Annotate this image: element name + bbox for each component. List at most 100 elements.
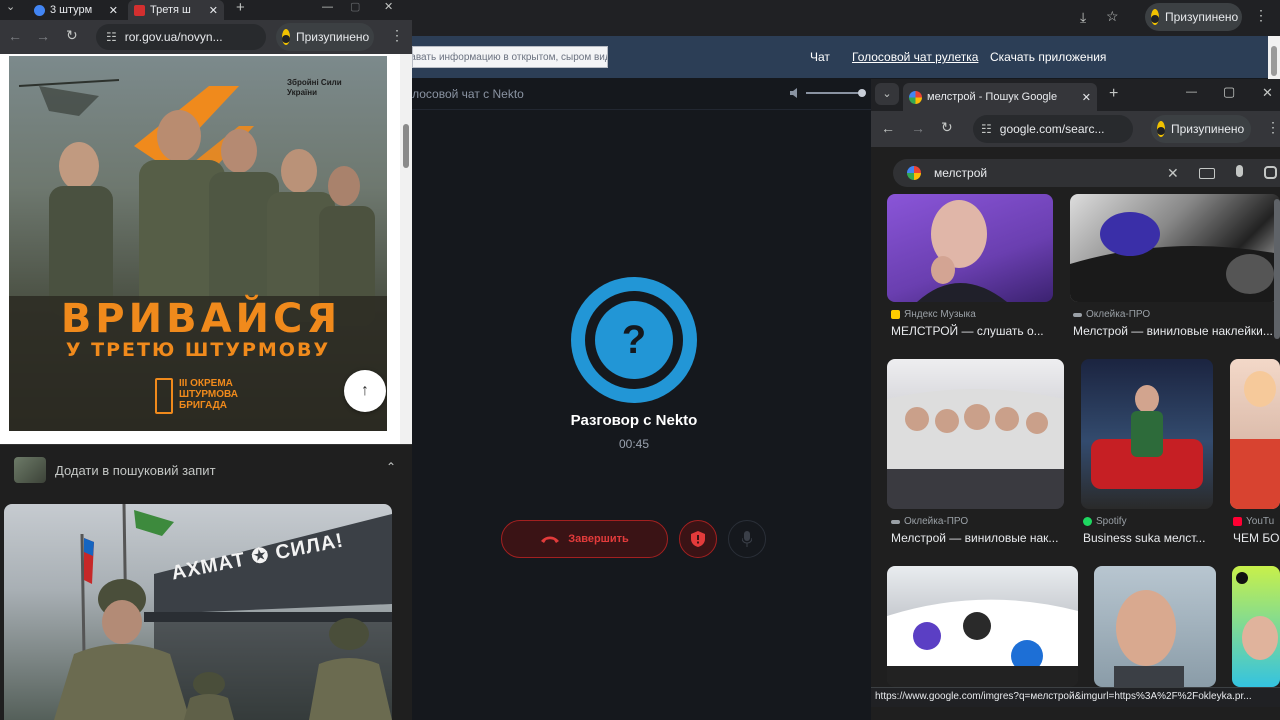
profile-paused-label: Призупинено xyxy=(1171,122,1245,136)
tab-shturm[interactable]: 3 штурм ✕ xyxy=(28,0,124,20)
report-shield-button[interactable] xyxy=(679,520,717,558)
poster-subline: У ТРЕТЮ ШТУРМОВУ xyxy=(65,339,331,361)
call-title: Разговор с Nekto xyxy=(570,412,698,429)
tab-tretia-shturmova[interactable]: Третя ш ✕ xyxy=(128,0,224,20)
clear-search-icon[interactable]: ✕ xyxy=(1167,166,1179,180)
brigade-emblem-icon xyxy=(155,378,173,414)
tab-search-button[interactable]: ⌄ xyxy=(875,83,899,105)
profile-paused-button[interactable]: Призупинено xyxy=(1145,3,1242,31)
profile-paused-label: Призупинено xyxy=(296,30,370,44)
image-result-6[interactable] xyxy=(887,566,1078,687)
tab-label: Третя ш xyxy=(150,4,191,16)
result-title-4[interactable]: Business suka мелст... xyxy=(1083,531,1211,545)
okleyka-icon xyxy=(1073,312,1082,317)
image-result-4[interactable] xyxy=(1081,359,1213,509)
tab-search-icon[interactable]: ⌄ xyxy=(6,2,15,13)
chevron-up-icon[interactable]: ⌃ xyxy=(386,461,396,473)
close-icon[interactable]: ✕ xyxy=(209,4,218,17)
chevron-down-icon: ⌄ xyxy=(882,87,892,100)
left-address-bar[interactable]: ☷ ror.gov.ua/novyn... xyxy=(96,24,266,50)
menu-kebab-icon[interactable]: ⋮ xyxy=(390,28,404,42)
image-result-5[interactable] xyxy=(1230,359,1280,509)
reload-icon[interactable]: ↻ xyxy=(66,28,78,42)
image-result-1[interactable] xyxy=(887,194,1053,302)
reload-icon[interactable]: ↻ xyxy=(941,120,953,134)
add-to-search-label: Додати в пошуковий запит xyxy=(55,463,216,478)
spotify-icon xyxy=(1083,517,1092,526)
subheader-title: Голосовой чат с Nekto xyxy=(400,87,524,101)
akhmat-soldiers-image: АХМАТ ✪ СИЛА! xyxy=(4,504,392,720)
add-to-search-bar[interactable]: Додати в пошуковий запит ⌃ xyxy=(0,444,412,494)
image-result-8[interactable] xyxy=(1232,566,1280,687)
nav-chat-link[interactable]: Чат xyxy=(810,50,830,64)
poster-brigade-label: III ОКРЕМА ШТУРМОВА БРИГАДА xyxy=(179,378,238,411)
close-window-icon[interactable]: ✕ xyxy=(384,2,393,13)
menu-kebab-icon[interactable]: ⋮ xyxy=(1266,120,1280,134)
image-result-2[interactable] xyxy=(1070,194,1280,302)
volume-control[interactable] xyxy=(788,86,868,100)
microphone-button[interactable] xyxy=(728,520,766,558)
result-photo xyxy=(887,599,1078,687)
site-info-icon[interactable]: ☷ xyxy=(106,31,117,43)
site-info-icon[interactable]: ☷ xyxy=(981,123,992,135)
result-photo xyxy=(887,389,1064,509)
back-arrow-icon[interactable]: ← xyxy=(881,121,895,135)
profile-paused-button[interactable]: Призупинено xyxy=(276,23,374,51)
back-arrow-icon[interactable]: ← xyxy=(8,29,22,43)
close-icon[interactable]: ✕ xyxy=(109,4,118,17)
volume-icon xyxy=(790,88,866,98)
result-photo xyxy=(1236,572,1278,660)
question-mark-icon: ? xyxy=(595,301,673,379)
minimize-icon[interactable]: — xyxy=(322,2,333,13)
forward-arrow-icon[interactable]: → xyxy=(36,29,50,43)
address-url: google.com/searc... xyxy=(999,122,1105,136)
maximize-icon[interactable]: ▢ xyxy=(1223,85,1235,98)
left-page-scrollbar[interactable] xyxy=(400,54,412,444)
tab-favicon-icon xyxy=(34,4,45,16)
search-query[interactable]: мелстрой xyxy=(934,166,987,180)
right-browser-window: ⌄ мелстрой - Пошук Google ✕ + — ▢ ✕ ← → … xyxy=(871,79,1280,720)
related-thumbnail xyxy=(14,457,46,483)
google-search-box[interactable]: мелстрой ✕ xyxy=(893,159,1280,187)
virtual-keyboard-icon[interactable] xyxy=(1199,168,1215,179)
left-browser-window: ⌄ 3 штурм ✕ Третя ш ✕ + — ▢ ✕ ← → ↻ ☆ Пр… xyxy=(0,0,412,720)
forward-arrow-icon[interactable]: → xyxy=(911,121,925,135)
tab-google-search[interactable]: мелстрой - Пошук Google ✕ xyxy=(903,83,1097,111)
end-call-button[interactable]: Завершить xyxy=(501,520,668,558)
recruitment-poster-image: Збройні Сили України ВРИВАЙСЯ У ТРЕТЮ ШТ… xyxy=(9,56,387,431)
microphone-icon xyxy=(742,531,752,547)
nav-voice-roulette-link[interactable]: Голосовой чат рулетка xyxy=(852,50,978,64)
bookmark-star-icon[interactable]: ☆ xyxy=(1106,9,1119,23)
result-title-5[interactable]: ЧЕМ БО xyxy=(1233,531,1280,545)
new-tab-icon[interactable]: + xyxy=(236,0,245,15)
profile-avatar-icon xyxy=(1157,121,1165,137)
image-result-7[interactable] xyxy=(1094,566,1216,687)
result-title-3[interactable]: Мелстрой — виниловые нак... xyxy=(891,531,1063,545)
result-title-2[interactable]: Мелстрой — виниловые наклейки... xyxy=(1073,324,1280,338)
poster-org-label: Збройні Сили України xyxy=(287,78,342,97)
right-address-bar[interactable]: ☷ google.com/searc... xyxy=(973,115,1133,143)
lens-search-icon[interactable] xyxy=(1264,166,1277,179)
install-app-icon[interactable]: ⤓ xyxy=(1080,10,1086,24)
hang-up-phone-icon xyxy=(541,536,560,543)
close-icon[interactable]: ✕ xyxy=(1082,91,1091,104)
new-tab-icon[interactable]: + xyxy=(1109,86,1118,102)
youtube-icon xyxy=(1233,517,1242,526)
close-window-icon[interactable]: ✕ xyxy=(1262,86,1273,99)
voice-search-icon[interactable] xyxy=(1236,165,1243,177)
image-result-3[interactable] xyxy=(887,359,1064,509)
scroll-to-top-button[interactable]: ↑ xyxy=(344,370,386,412)
google-g-icon xyxy=(907,166,921,180)
profile-avatar-icon xyxy=(282,29,290,45)
minimize-icon[interactable]: — xyxy=(1186,87,1197,98)
status-bar-url: https://www.google.com/imgres?q=мелстрой… xyxy=(871,687,1280,707)
profile-paused-button[interactable]: Призупинено xyxy=(1151,115,1251,143)
maximize-icon[interactable]: ▢ xyxy=(350,2,360,13)
result-source-2: Оклейка-ПРО xyxy=(1073,309,1150,320)
result-title-1[interactable]: МЕЛСТРОЙ — слушать о... xyxy=(891,324,1049,338)
nav-download-link[interactable]: Скачать приложения xyxy=(990,50,1106,64)
menu-kebab-icon[interactable]: ⋮ xyxy=(1254,8,1268,22)
results-scrollbar[interactable] xyxy=(1274,199,1280,339)
stranger-avatar: ? xyxy=(571,277,697,403)
okleyka-icon xyxy=(891,519,900,524)
